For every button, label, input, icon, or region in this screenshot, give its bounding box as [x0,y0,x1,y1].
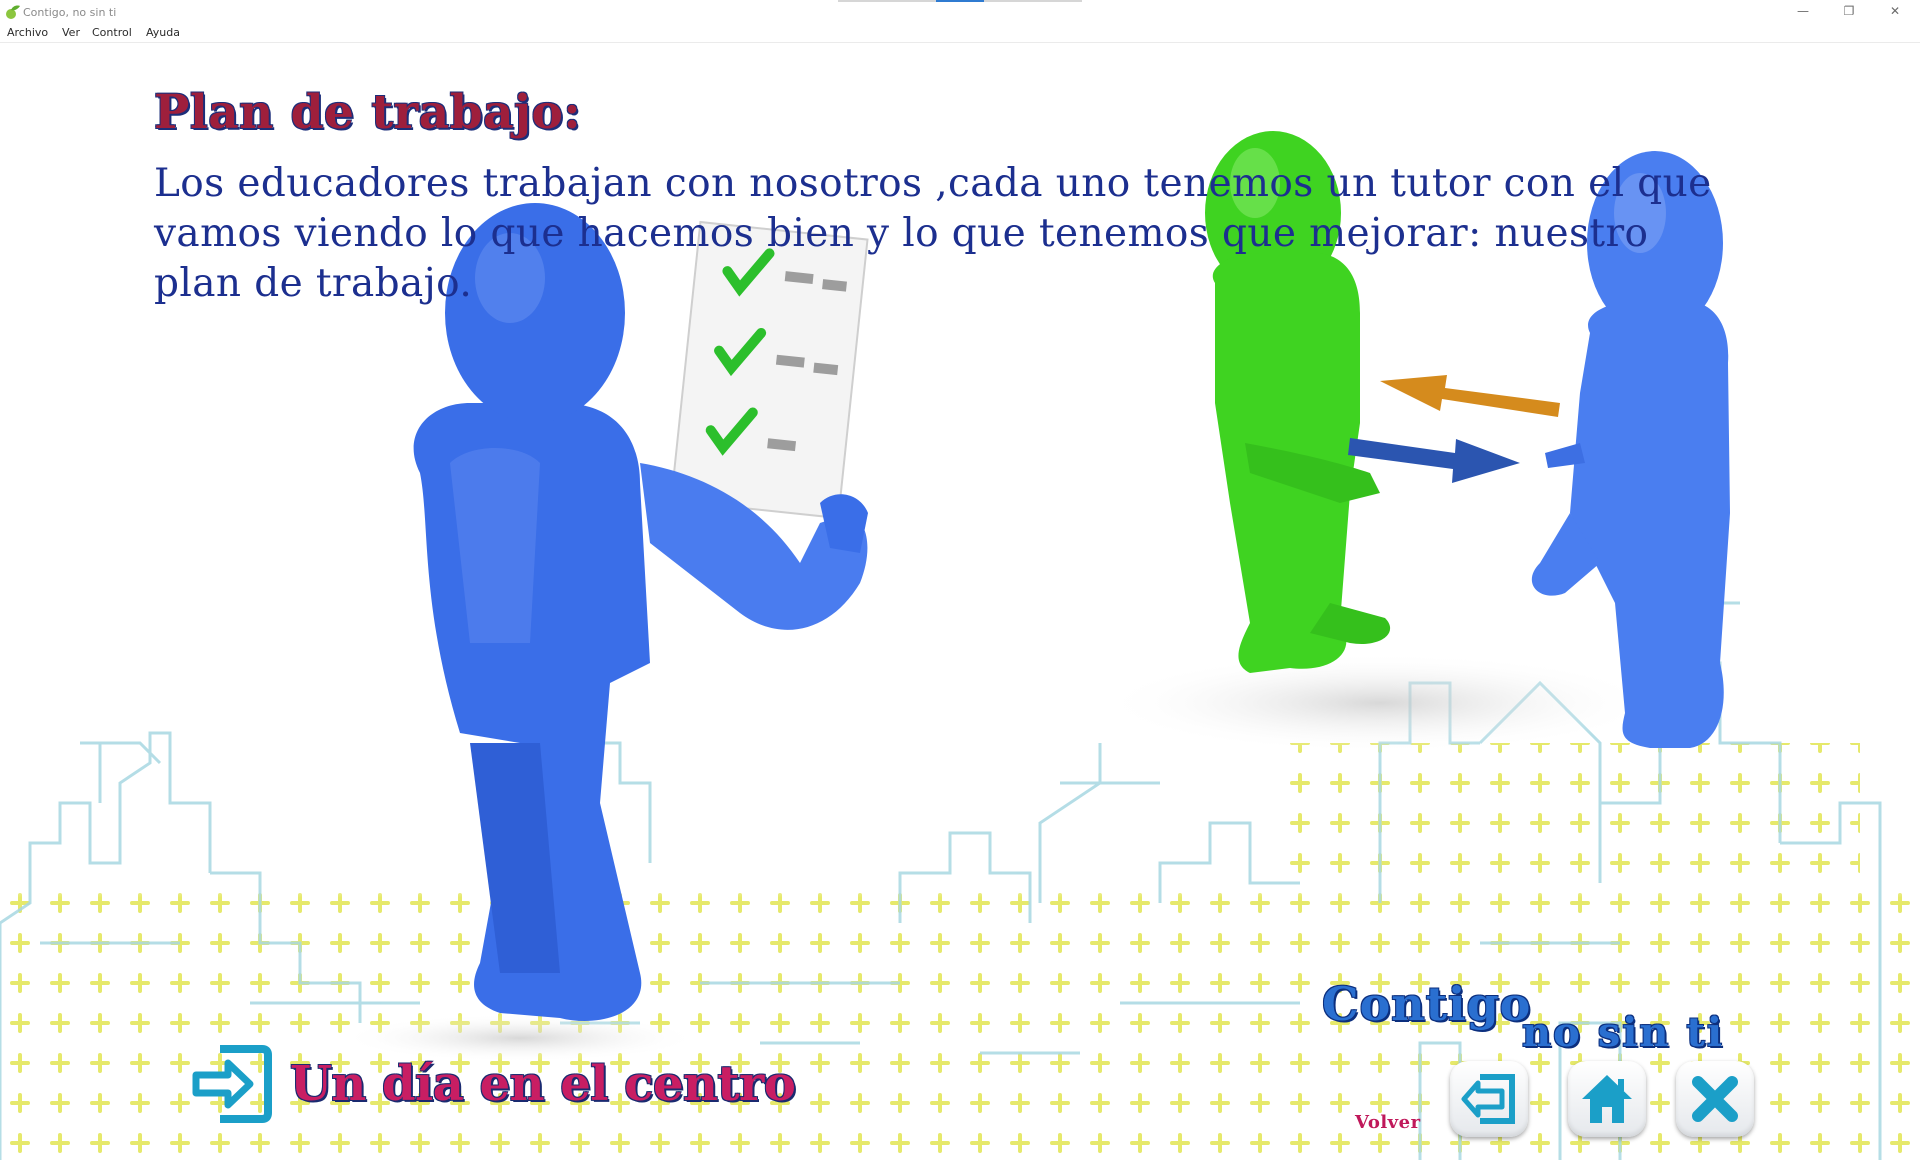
un-dia-en-el-centro-link[interactable]: Un día en el centro [190,1043,796,1125]
brand-logo-line1: Contigo [1322,977,1532,1031]
slide-stage: Plan de trabajo: Los educadores trabajan… [0,43,1920,1160]
page-title: Plan de trabajo: [154,85,582,140]
app-leaf-icon [6,5,20,19]
window-title: Contigo, no sin ti [23,6,117,19]
close-app-button[interactable] [1676,1061,1754,1137]
exchange-arrows [1348,375,1560,483]
tab-strip [838,0,1082,2]
menu-ayuda[interactable]: Ayuda [146,26,180,39]
menu-ver[interactable]: Ver [62,26,80,39]
enter-arrow-icon [192,1045,272,1123]
close-icon [1692,1076,1738,1122]
un-dia-en-el-centro-label: Un día en el centro [290,1056,796,1112]
close-window-button[interactable]: ✕ [1872,0,1918,22]
home-button[interactable] [1568,1061,1646,1137]
title-bar: Contigo, no sin ti — ❐ ✕ [0,0,1920,26]
back-arrow-icon [1461,1074,1515,1124]
back-label: Volver [1355,1112,1421,1133]
floor-shadow [1100,653,1660,753]
back-button[interactable] [1450,1061,1528,1137]
menu-archivo[interactable]: Archivo [7,26,48,39]
home-icon [1582,1075,1632,1123]
brand-logo-line2: no sin ti [1522,1009,1725,1056]
menu-bar: Archivo Ver Control Ayuda [0,24,1920,43]
menu-control[interactable]: Control [92,26,132,39]
body-paragraph: Los educadores trabajan con nosotros ,ca… [154,161,1712,306]
restore-button[interactable]: ❐ [1826,0,1872,22]
minimize-button[interactable]: — [1780,0,1826,22]
